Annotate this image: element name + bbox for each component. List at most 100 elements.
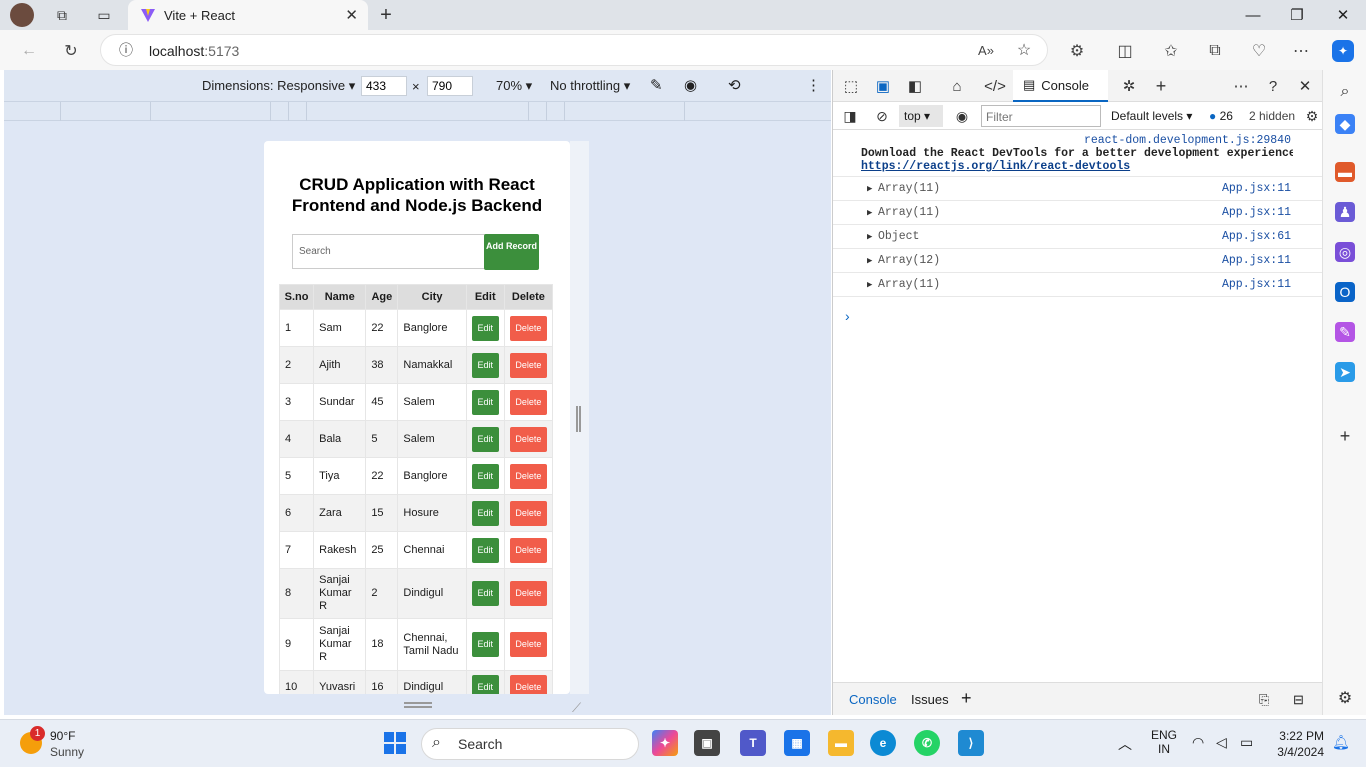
copilot-icon[interactable]: ✦ xyxy=(1332,40,1354,62)
drawer-tab-console[interactable]: Console xyxy=(849,692,897,707)
new-tab-icon[interactable]: + xyxy=(376,4,396,26)
log-source-link[interactable]: App.jsx:11 xyxy=(1222,273,1291,297)
wifi-icon[interactable]: ◠ xyxy=(1192,734,1204,751)
resize-handle-bottom[interactable] xyxy=(404,702,432,708)
device-emulation-icon[interactable]: ▣ xyxy=(873,76,893,96)
delete-button[interactable]: Delete xyxy=(509,632,547,657)
context-select[interactable]: top ▾ xyxy=(899,105,943,127)
height-input[interactable] xyxy=(427,76,473,96)
more-tools-icon[interactable]: + xyxy=(1151,76,1171,96)
add-record-button[interactable]: Add Record xyxy=(484,234,539,270)
file-explorer-app-icon[interactable]: ▬ xyxy=(828,730,854,756)
resize-handle-corner[interactable]: ⟋ xyxy=(572,700,581,716)
eyedropper-icon[interactable]: ✎ xyxy=(650,76,663,94)
url-field[interactable]: ⓘ localhost:5173 A» ☆ xyxy=(100,34,1048,66)
expand-triangle-icon[interactable]: ▶ xyxy=(867,177,872,201)
customize-icon[interactable]: ⋯ xyxy=(1231,76,1251,96)
delete-button[interactable]: Delete xyxy=(509,426,547,452)
collections-icon[interactable]: ⧉ xyxy=(1204,40,1226,62)
delete-button[interactable]: Delete xyxy=(509,315,547,341)
info-icon[interactable]: ⓘ xyxy=(115,39,137,61)
dock-icon[interactable]: ◧ xyxy=(905,76,925,96)
shopping-icon[interactable]: ◆ xyxy=(1335,114,1355,134)
outlook-icon[interactable]: O xyxy=(1335,282,1355,302)
show-hidden-icons-icon[interactable]: ︿ xyxy=(1118,734,1132,754)
drawer-dock-icon[interactable]: ⎘ xyxy=(1259,692,1269,708)
delete-button[interactable]: Delete xyxy=(509,463,547,489)
log-entry[interactable]: ▶ Object App.jsx:61 xyxy=(833,225,1323,249)
extensions-icon[interactable]: ⚙ xyxy=(1066,40,1088,62)
log-entry[interactable]: ▶ Array(12) App.jsx:11 xyxy=(833,249,1323,273)
whatsapp-app-icon[interactable]: ✆ xyxy=(914,730,940,756)
sidebar-toggle-icon[interactable]: ◨ xyxy=(841,107,859,125)
rotate-icon[interactable]: ⟲ xyxy=(728,76,741,94)
filter-input[interactable]: Filter xyxy=(981,105,1101,127)
delete-button[interactable]: Delete xyxy=(509,389,547,415)
microsoft365-icon[interactable]: ◎ xyxy=(1335,242,1355,262)
browser-essentials-icon[interactable]: ♡ xyxy=(1248,40,1270,62)
levels-select[interactable]: Default levels ▾ xyxy=(1111,109,1192,123)
tab-vite-react[interactable]: Vite + React ✕ xyxy=(128,0,368,30)
log-entry[interactable]: ▶ Array(11) App.jsx:11 xyxy=(833,273,1323,297)
edit-button[interactable]: Edit xyxy=(471,675,499,694)
elements-icon[interactable]: </> xyxy=(984,76,1006,96)
message-link[interactable]: https://reactjs.org/link/react-devtools xyxy=(861,160,1130,173)
drawer-add-icon[interactable]: + xyxy=(961,688,972,709)
search-icon[interactable]: ⌕ xyxy=(1335,82,1355,102)
more-menu-icon[interactable]: ⋯ xyxy=(1290,40,1312,62)
resize-handle-right[interactable] xyxy=(576,406,581,432)
drawer-close-icon[interactable]: ⊟ xyxy=(1293,692,1304,708)
favorite-icon[interactable]: ☆ xyxy=(1013,39,1035,61)
tab-console[interactable]: ▤ Console xyxy=(1013,70,1108,102)
edit-button[interactable]: Edit xyxy=(471,537,499,563)
more-options-icon[interactable]: ⋮ xyxy=(806,76,821,94)
issues-badge[interactable]: ● 26 xyxy=(1209,109,1233,123)
delete-button[interactable]: Delete xyxy=(509,581,547,606)
add-sidebar-icon[interactable]: + xyxy=(1335,426,1355,446)
refresh-icon[interactable]: ↻ xyxy=(60,40,82,62)
width-input[interactable] xyxy=(361,76,407,96)
delete-button[interactable]: Delete xyxy=(509,500,547,526)
designer-icon[interactable]: ✎ xyxy=(1335,322,1355,342)
tools-icon[interactable]: ▬ xyxy=(1335,162,1355,182)
log-source-link[interactable]: App.jsx:11 xyxy=(1222,249,1291,273)
terminal-app-icon[interactable]: ▣ xyxy=(694,730,720,756)
clock[interactable]: 3:22 PM 3/4/2024 xyxy=(1272,728,1324,760)
close-tab-icon[interactable]: ✕ xyxy=(345,6,358,24)
edit-button[interactable]: Edit xyxy=(471,352,499,378)
taskbar-search[interactable]: ⌕ Search xyxy=(421,728,639,760)
tab-actions-icon[interactable]: ▭ xyxy=(94,5,114,25)
expand-triangle-icon[interactable]: ▶ xyxy=(867,225,872,249)
edit-button[interactable]: Edit xyxy=(471,426,499,452)
throttling-select[interactable]: No throttling ▾ xyxy=(550,78,630,94)
edit-button[interactable]: Edit xyxy=(471,463,499,489)
start-button[interactable] xyxy=(384,732,406,754)
vscode-app-icon[interactable]: ⟩ xyxy=(958,730,984,756)
favorites-icon[interactable]: ✩ xyxy=(1160,40,1182,62)
delete-button[interactable]: Delete xyxy=(509,537,547,563)
edit-button[interactable]: Edit xyxy=(471,632,499,657)
log-entry[interactable]: ▶ Array(11) App.jsx:11 xyxy=(833,177,1323,201)
split-screen-icon[interactable]: ◫ xyxy=(1114,40,1136,62)
zoom-select[interactable]: 70% ▾ xyxy=(496,78,532,94)
media-query-ruler[interactable] xyxy=(4,102,831,121)
close-window-icon[interactable]: ✕ xyxy=(1332,4,1354,26)
console-prompt-icon[interactable]: › xyxy=(845,308,850,324)
message-source-link[interactable]: react-dom.development.js:29840 xyxy=(1084,134,1291,147)
games-icon[interactable]: ♟ xyxy=(1335,202,1355,222)
back-icon[interactable]: ← xyxy=(18,40,40,62)
teams-app-icon[interactable]: T xyxy=(740,730,766,756)
debug-icon[interactable]: ✲ xyxy=(1119,76,1139,96)
notifications-icon[interactable]: 🔔︎ xyxy=(1332,734,1350,751)
delete-button[interactable]: Delete xyxy=(509,352,547,378)
log-source-link[interactable]: App.jsx:61 xyxy=(1222,225,1291,249)
expand-triangle-icon[interactable]: ▶ xyxy=(867,273,872,297)
sidebar-settings-icon[interactable]: ⚙ xyxy=(1335,688,1355,708)
volume-icon[interactable]: ◁ xyxy=(1216,734,1227,751)
delete-button[interactable]: Delete xyxy=(509,675,547,694)
log-source-link[interactable]: App.jsx:11 xyxy=(1222,177,1291,201)
profile-avatar[interactable] xyxy=(10,3,34,27)
copilot-pre-app-icon[interactable]: ✦ xyxy=(652,730,678,756)
vision-icon[interactable]: ◉ xyxy=(684,76,697,94)
restore-icon[interactable]: ❐ xyxy=(1286,4,1308,26)
